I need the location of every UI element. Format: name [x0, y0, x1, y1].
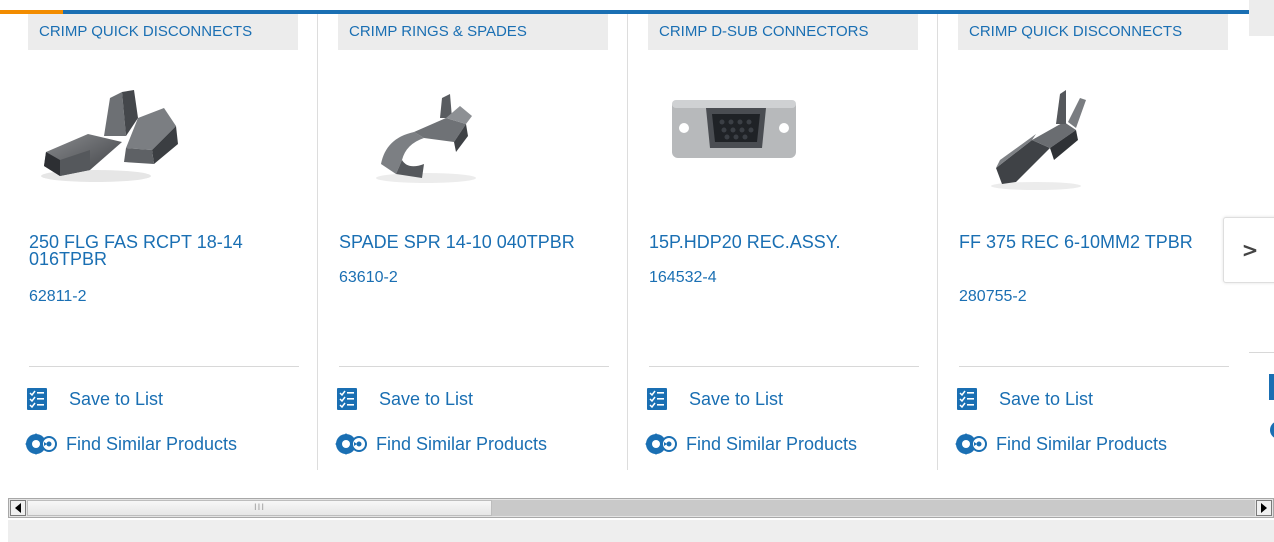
horizontal-scrollbar[interactable]: III: [8, 498, 1274, 518]
product-title-link[interactable]: 15P.HDP20 REC.ASSY.: [649, 233, 919, 251]
checklist-icon: [647, 388, 667, 410]
checklist-icon: [337, 388, 357, 410]
gears-icon: [25, 433, 57, 455]
card-divider: [29, 366, 299, 367]
category-tag[interactable]: CRIMP QUICK DISCONNECTS: [28, 14, 298, 50]
find-similar-products-button[interactable]: Find Similar Products: [645, 432, 858, 456]
find-similar-products-button[interactable]: Find Similar Products: [335, 432, 548, 456]
card-divider: [339, 366, 609, 367]
gears-icon: [955, 433, 987, 455]
find-similar-label: Find Similar Products: [996, 433, 1168, 454]
gears-icon: [335, 433, 367, 455]
checklist-icon: [27, 388, 47, 410]
save-to-list-label: Save to List: [379, 388, 474, 409]
gears-icon[interactable]: [1269, 420, 1274, 440]
spade-terminal-image[interactable]: [336, 78, 506, 198]
product-card: CRIMP RINGS & SPADES SPADE SPR 14-10 040…: [318, 14, 628, 470]
product-card: CRIMP QUICK DISCONNECTS FF 375 REC 6-10M…: [938, 14, 1248, 470]
scrollbar-track[interactable]: [492, 500, 1255, 516]
save-to-list-label: Save to List: [69, 388, 164, 409]
product-card-list: CRIMP QUICK DISCONNECTS 250 FLG FAS RCPT…: [8, 14, 1274, 470]
product-card: CRIMP D-SUB CONNECTORS 15P.HDP20 REC.ASS…: [628, 14, 938, 470]
product-carousel-page: CRIMP QUICK DISCONNECTS 250 FLG FAS RCPT…: [0, 0, 1274, 542]
find-similar-label: Find Similar Products: [686, 433, 858, 454]
part-number-link[interactable]: 164532-4: [649, 269, 717, 287]
save-to-list-button[interactable]: Save to List: [647, 388, 783, 410]
save-to-list-button[interactable]: Save to List: [27, 388, 163, 410]
save-to-list-label: Save to List: [999, 388, 1094, 409]
save-to-list-label: Save to List: [689, 388, 784, 409]
scroll-right-button[interactable]: [1256, 500, 1272, 516]
category-tag[interactable]: CRIMP D-SUB CONNECTORS: [648, 14, 918, 50]
left-margin: [0, 14, 8, 542]
product-title-link[interactable]: SPADE SPR 14-10 040TPBR: [339, 233, 609, 251]
checklist-icon: [957, 388, 977, 410]
flag-receptacle-terminal-image[interactable]: [26, 78, 196, 198]
carousel-next-button[interactable]: >: [1223, 217, 1274, 283]
top-accent-strip: [0, 0, 1274, 14]
category-tag-partial: [1249, 0, 1274, 36]
product-title-link[interactable]: 250 FLG FAS RCPT 18-14 016TPBR: [29, 233, 299, 268]
save-to-list-button[interactable]: Save to List: [957, 388, 1093, 410]
checklist-icon[interactable]: [1269, 374, 1274, 400]
page-footer-area: [8, 520, 1274, 542]
d-sub-receptacle-image[interactable]: [646, 78, 816, 198]
card-divider: [1249, 352, 1274, 353]
card-divider: [649, 366, 919, 367]
arrow-right-icon: [1261, 503, 1267, 513]
part-number-link[interactable]: 63610-2: [339, 269, 398, 287]
gears-icon: [645, 433, 677, 455]
category-tag[interactable]: CRIMP RINGS & SPADES: [338, 14, 608, 50]
scrollbar-grip: III: [254, 503, 265, 513]
scroll-left-button[interactable]: [10, 500, 26, 516]
find-similar-label: Find Similar Products: [376, 433, 548, 454]
part-number-link[interactable]: 280755-2: [959, 288, 1027, 306]
product-title-link[interactable]: FF 375 REC 6-10MM2 TPBR: [959, 233, 1229, 251]
find-similar-products-button[interactable]: Find Similar Products: [25, 432, 238, 456]
card-divider: [959, 366, 1229, 367]
find-similar-products-button[interactable]: Find Similar Products: [955, 432, 1168, 456]
chevron-right-icon: >: [1241, 238, 1259, 262]
product-card: CRIMP QUICK DISCONNECTS 250 FLG FAS RCPT…: [8, 14, 318, 470]
save-to-list-button[interactable]: Save to List: [337, 388, 473, 410]
fast-on-receptacle-image[interactable]: [956, 78, 1126, 198]
arrow-left-icon: [15, 503, 21, 513]
find-similar-label: Find Similar Products: [66, 433, 238, 454]
scrollbar-thumb[interactable]: III: [27, 500, 492, 516]
part-number-link[interactable]: 62811-2: [29, 288, 87, 306]
category-tag[interactable]: CRIMP QUICK DISCONNECTS: [958, 14, 1228, 50]
